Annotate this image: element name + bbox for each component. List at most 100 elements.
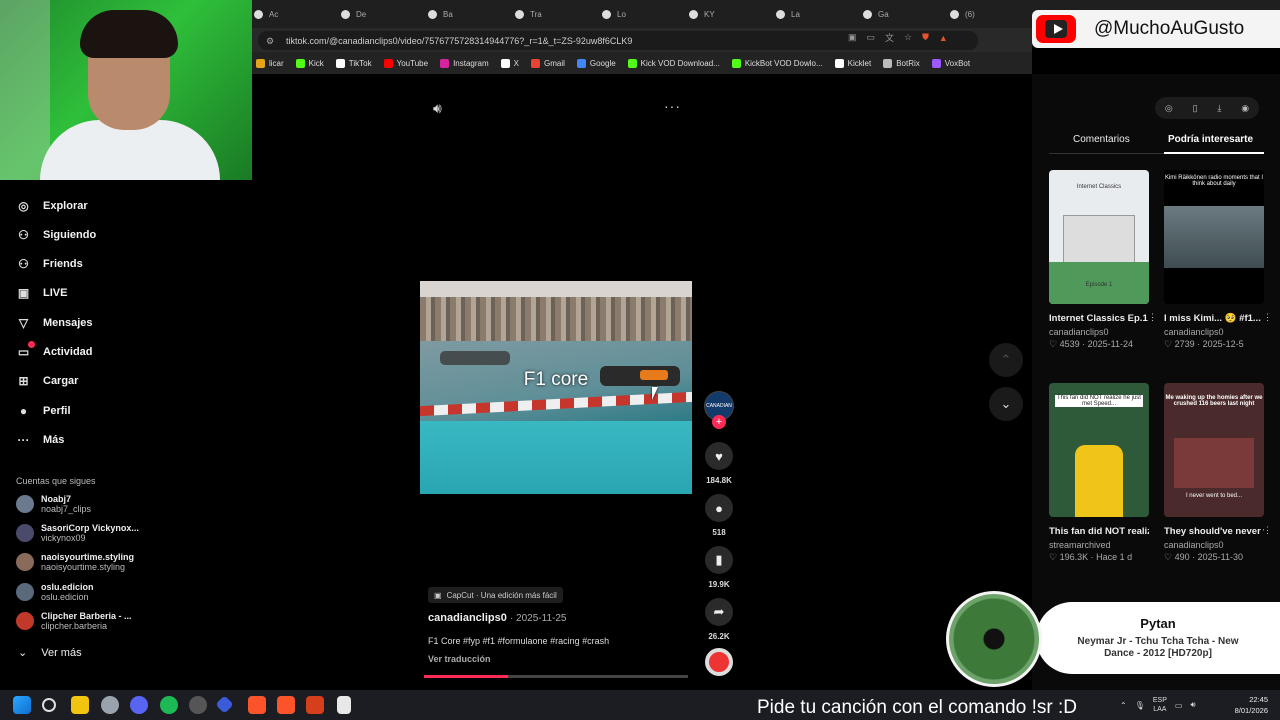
sidebar-item-perfil[interactable]: ● Perfil: [16, 403, 71, 418]
save-button[interactable]: ▮: [705, 546, 733, 574]
brave-browser-icon[interactable]: [248, 696, 266, 714]
file-explorer-icon[interactable]: [71, 696, 89, 714]
bookmark-item[interactable]: BotRix: [883, 58, 920, 68]
bookmark-favicon-icon: [335, 58, 345, 68]
followed-account[interactable]: Noabj7 noabj7_clips: [16, 494, 91, 514]
volume-icon[interactable]: 🔊︎: [433, 100, 442, 117]
bookmark-item[interactable]: Kick: [295, 58, 324, 68]
speaker-icon[interactable]: 🔊︎: [1190, 700, 1195, 710]
browser-toolbar: ⚙ tiktok.com/@canadianclips0/video/75767…: [252, 28, 1032, 52]
tab-comments[interactable]: Comentarios: [1073, 134, 1130, 145]
brave-browser-icon[interactable]: [306, 696, 324, 714]
system-tray: ⌃ 🎙︎ ESP LAA ▭ 🔊︎: [1120, 690, 1195, 720]
video-progress-bar[interactable]: [424, 675, 688, 678]
browser-tab[interactable]: Lo: [602, 5, 626, 23]
language-indicator[interactable]: ESP LAA: [1153, 696, 1167, 714]
bookmark-star-icon[interactable]: ☆: [904, 32, 912, 43]
browser-tab[interactable]: KY: [689, 5, 715, 23]
followed-account[interactable]: SasoriCorp Vickynox... vickynox09: [16, 523, 139, 543]
document-icon[interactable]: [337, 696, 351, 714]
sidebar-item-cargar[interactable]: ⊞ Cargar: [16, 373, 78, 388]
avatar: [16, 612, 34, 630]
like-count: 184.8K: [706, 476, 732, 485]
video-author[interactable]: canadianclips0: [428, 612, 507, 624]
bookmark-item[interactable]: KickBot VOD Dowlo...: [731, 58, 823, 68]
brave-shield-icon[interactable]: ⛊: [922, 32, 929, 43]
bookmark-item[interactable]: VoxBot: [931, 58, 970, 68]
card-more-icon[interactable]: ⋮: [1148, 312, 1157, 323]
tab-suggestions[interactable]: Podría interesarte: [1168, 134, 1253, 145]
more-options-icon[interactable]: ···: [664, 98, 681, 114]
account-handle: noabj7_clips: [41, 504, 92, 514]
sidebar-item-explorar[interactable]: ◎ Explorar: [16, 198, 87, 213]
windows-start-icon[interactable]: [13, 696, 31, 714]
browser-tab[interactable]: De: [341, 5, 366, 23]
sidebar-item-actividad[interactable]: ▭ Actividad: [16, 341, 93, 359]
followed-account[interactable]: oslu.edicion oslu.edicion: [16, 582, 94, 602]
chevron-up-icon[interactable]: ⌃: [1120, 701, 1127, 710]
followed-account[interactable]: Clipcher Barberia - ... clipcher.barberia: [16, 611, 132, 631]
bookmark-favicon-icon: [500, 58, 510, 68]
followed-account[interactable]: naoisyourtime.styling naoisyourtime.styli…: [16, 552, 134, 572]
bookmark-item[interactable]: YouTube: [383, 58, 428, 68]
comment-icon: ●: [715, 500, 723, 516]
bookmark-item[interactable]: TikTok: [335, 58, 372, 68]
comment-button[interactable]: ●: [705, 494, 733, 522]
music-disc-icon[interactable]: [705, 648, 733, 676]
card-more-icon[interactable]: ⋮: [1263, 525, 1272, 536]
media-icon[interactable]: ▣: [848, 32, 857, 43]
bookmark-item[interactable]: Kicklet: [834, 58, 871, 68]
download-icon[interactable]: ⤓: [1217, 103, 1221, 114]
bookmark-item[interactable]: licar: [256, 58, 284, 68]
suggested-video-card[interactable]: This fan did NOT realize he just met Spe…: [1049, 383, 1149, 563]
suggested-video-card[interactable]: Me waking up the homies after we crushed…: [1164, 383, 1272, 563]
previous-video-button[interactable]: ⌃: [989, 343, 1023, 377]
profile-avatar-icon[interactable]: ◉: [1241, 103, 1249, 114]
bookmark-item[interactable]: Kick VOD Download...: [627, 58, 720, 68]
bookmark-item[interactable]: X: [500, 58, 519, 68]
sidebar-item-live[interactable]: ▣ LIVE: [16, 285, 68, 300]
bookmark-item[interactable]: Google: [576, 58, 616, 68]
upload-icon: ⊞: [18, 373, 29, 388]
bookmark-item[interactable]: Instagram: [440, 58, 489, 68]
browser-tab[interactable]: Ac: [254, 5, 278, 23]
phone-icon[interactable]: ▯: [1193, 103, 1198, 114]
browser-tab[interactable]: Ba: [428, 5, 453, 23]
suggested-video-card[interactable]: Internet Classics Episode 1 Internet Cla…: [1049, 170, 1157, 350]
search-icon[interactable]: [42, 698, 56, 712]
browser-tab[interactable]: La: [776, 5, 800, 23]
sidebar-item-siguiendo[interactable]: ⚇ Siguiendo: [16, 227, 96, 242]
sidebar-item-mensajes[interactable]: ▽ Mensajes: [16, 315, 93, 330]
spotify-icon[interactable]: [160, 696, 178, 714]
rewards-icon[interactable]: ▲: [939, 33, 948, 43]
cast-icon[interactable]: ▭: [867, 32, 876, 43]
discord-icon[interactable]: [130, 696, 148, 714]
sidebar-item-friends[interactable]: ⚇ Friends: [16, 256, 83, 271]
suggested-video-card[interactable]: Kimi Räikkönen radio moments that I thin…: [1164, 170, 1272, 350]
network-icon[interactable]: ▭: [1175, 701, 1183, 710]
like-button[interactable]: ♥: [705, 442, 733, 470]
app-icon[interactable]: [101, 696, 119, 714]
compass-icon[interactable]: ◎: [1165, 103, 1173, 114]
capcut-badge[interactable]: ▣ CapCut · Una edición más fácil: [428, 587, 563, 603]
share-button[interactable]: ➦: [705, 598, 733, 626]
sidebar-item-más[interactable]: ··· Más: [16, 432, 65, 447]
bookmark-label: Gmail: [543, 58, 565, 68]
see-more-link[interactable]: ⌄ Ver más: [18, 646, 82, 660]
system-clock[interactable]: 22:45 8/01/2026: [1222, 694, 1268, 716]
microphone-icon[interactable]: 🎙︎: [1135, 701, 1145, 710]
browser-tab[interactable]: Tra: [515, 5, 542, 23]
site-info-icon[interactable]: ⚙: [266, 36, 276, 46]
browser-tab[interactable]: Ga: [863, 5, 889, 23]
account-name: oslu.edicion: [41, 582, 94, 592]
obs-icon[interactable]: [189, 696, 207, 714]
translate-link[interactable]: Ver traducción: [428, 654, 491, 664]
bookmark-item[interactable]: Gmail: [530, 58, 565, 68]
brave-browser-icon[interactable]: [277, 696, 295, 714]
translate-icon[interactable]: 文: [885, 31, 894, 44]
follow-button[interactable]: +: [712, 415, 726, 429]
next-video-button[interactable]: ⌄: [989, 387, 1023, 421]
video-thumbnail: This fan did NOT realize he just met Spe…: [1049, 383, 1149, 517]
card-more-icon[interactable]: ⋮: [1263, 312, 1272, 323]
browser-tab[interactable]: (6): [950, 5, 975, 23]
